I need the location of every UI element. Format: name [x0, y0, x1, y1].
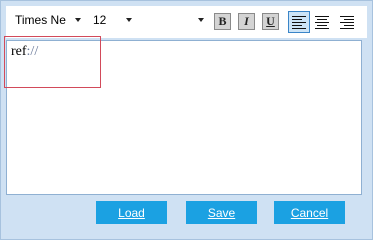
cancel-button-label: Cancel — [290, 205, 329, 220]
align-center-icon — [315, 15, 329, 29]
editor-content: ref:// — [11, 44, 38, 60]
align-center-button[interactable] — [311, 11, 333, 33]
formatting-toolbar: Times Ne 12 B I U — [6, 6, 367, 38]
save-button-label: Save — [207, 205, 236, 220]
italic-icon: I — [244, 14, 249, 28]
align-left-button[interactable] — [288, 11, 310, 33]
chevron-down-icon[interactable] — [122, 9, 136, 31]
ref-separator: :// — [26, 44, 39, 59]
align-left-icon — [292, 15, 306, 29]
load-button-label: Load — [118, 205, 145, 220]
underline-button[interactable]: U — [262, 13, 279, 30]
load-button[interactable]: Load — [96, 201, 167, 224]
italic-button[interactable]: I — [238, 13, 255, 30]
underline-icon: U — [266, 14, 275, 28]
ref-scheme: ref — [11, 44, 27, 59]
chevron-down-icon[interactable] — [71, 9, 85, 31]
dialog-footer: Load Save Cancel — [6, 195, 367, 233]
align-right-button[interactable] — [336, 11, 358, 33]
font-size-dropdown[interactable]: 12 — [88, 9, 136, 31]
font-family-dropdown[interactable]: Times Ne — [10, 9, 85, 31]
bold-button[interactable]: B — [214, 13, 231, 30]
align-right-icon — [340, 15, 354, 29]
bold-icon: B — [218, 14, 227, 28]
cancel-button[interactable]: Cancel — [274, 201, 345, 224]
save-button[interactable]: Save — [186, 201, 257, 224]
font-size-value: 12 — [93, 13, 107, 27]
font-family-value: Times Ne — [15, 13, 66, 27]
chevron-down-icon[interactable] — [194, 9, 208, 31]
editor-dialog: Times Ne 12 B I U ref:// Load Save Cance… — [0, 0, 373, 240]
font-color-dropdown[interactable] — [142, 9, 208, 31]
